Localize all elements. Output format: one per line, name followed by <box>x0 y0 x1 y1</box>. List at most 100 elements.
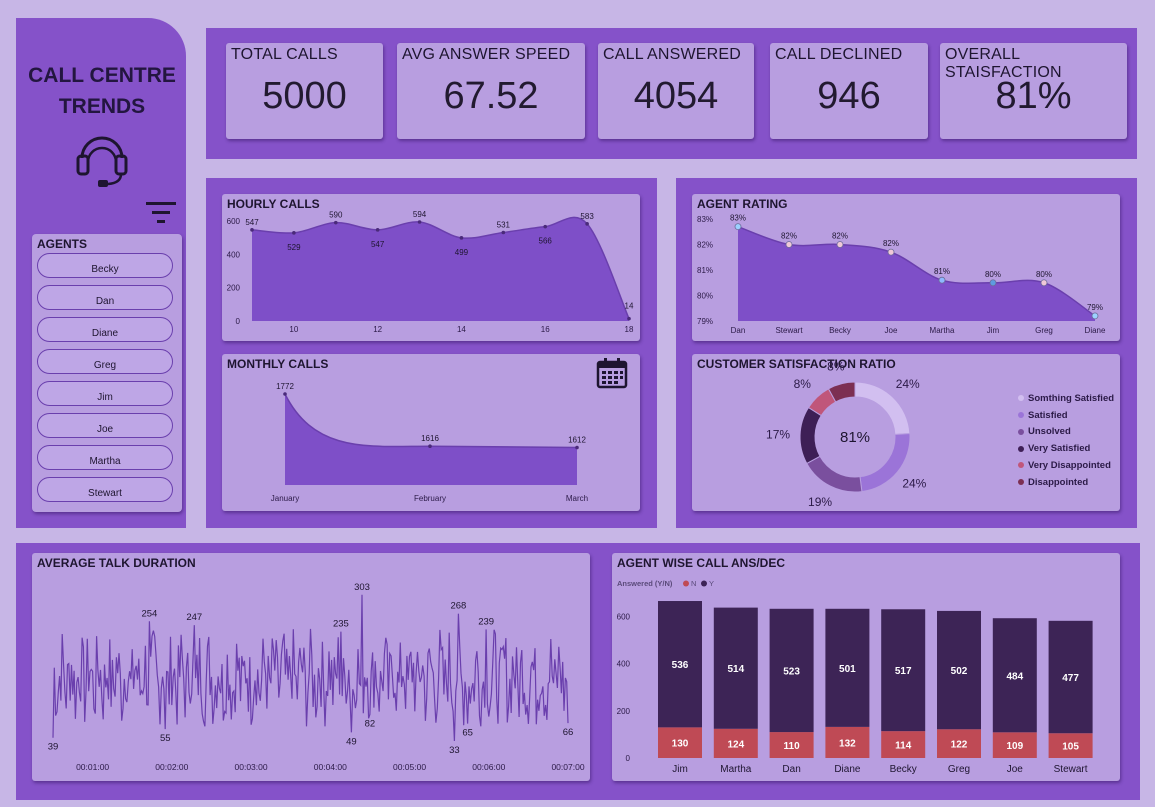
kpi-label: CALL ANSWERED <box>603 46 742 63</box>
legend-label: Satisfied <box>1028 409 1068 421</box>
x-tick-label: 14 <box>457 325 466 334</box>
legend-swatch <box>1018 428 1024 435</box>
agent-filter-button[interactable]: Diane <box>37 317 173 342</box>
bar-answered-label: 477 <box>1062 673 1079 684</box>
monthly-x-label: February <box>414 494 446 503</box>
kpi-label: AVG ANSWER SPEED <box>402 46 571 63</box>
agent-filter-button[interactable]: Dan <box>37 285 173 310</box>
hourly-data-label: 499 <box>455 248 469 257</box>
x-tick-label: 00:05:00 <box>393 762 426 772</box>
bar-answered-label: 517 <box>895 666 912 677</box>
hourly-calls-panel: HOURLY CALLS 0 200 400 600 10 12 14 16 18 547 529 5… <box>222 194 640 341</box>
kpi-value: 81% <box>995 75 1072 117</box>
rating-data-label: 83% <box>730 214 746 223</box>
y-tick-label: 81% <box>697 266 713 275</box>
rating-data-label: 82% <box>883 239 899 248</box>
agent-wise-chart: Answered (Y/N) N Y 0 200 400 600 130 536 Jim 124 51… <box>617 579 1093 775</box>
agent-filter-button[interactable]: Martha <box>37 445 173 470</box>
bar-category-label: Jim <box>672 764 688 775</box>
agent-filter-button[interactable]: Stewart <box>37 477 173 502</box>
agent-filter-button[interactable]: Greg <box>37 349 173 374</box>
bar-declined-label: 105 <box>1062 742 1079 753</box>
y-tick-label: 0 <box>236 317 241 326</box>
y-tick-label: 82% <box>697 241 713 250</box>
kpi-card: OVERALL STAISFACTION 81% <box>940 43 1127 139</box>
agent-filter-button[interactable]: Becky <box>37 253 173 278</box>
monthly-point <box>575 445 579 450</box>
monthly-data-label: 1612 <box>568 436 586 445</box>
agent-rating-panel: AGENT RATING 79% 80% 81% 82% 83% 83% Dan 82% Ste… <box>692 194 1120 341</box>
rating-x-label: Dan <box>731 326 746 335</box>
legend-label: Unsolved <box>1028 426 1071 438</box>
legend-swatch <box>683 580 689 587</box>
donut-slice-label: 8% <box>827 359 845 373</box>
bar-declined-label: 122 <box>951 740 968 751</box>
hourly-area <box>252 217 629 321</box>
bar-answered-label: 536 <box>672 660 689 671</box>
bar-category-label: Joe <box>1007 764 1024 775</box>
hourly-data-label: 583 <box>580 212 594 221</box>
talk-data-label: 254 <box>141 608 157 619</box>
agent-wise-panel: AGENT WISE CALL ANS/DEC Answered (Y/N) N Y… <box>612 553 1120 781</box>
y-tick-label: 83% <box>697 215 713 224</box>
hourly-data-label: 566 <box>539 237 553 246</box>
kpi-card: AVG ANSWER SPEED 67.52 <box>397 43 585 139</box>
donut-slice <box>799 406 822 465</box>
legend-label: Disappointed <box>1028 476 1089 488</box>
hourly-data-label: 529 <box>287 243 301 252</box>
hourly-point <box>333 220 338 225</box>
bar-declined-label: 109 <box>1006 741 1023 752</box>
hourly-data-label: 547 <box>371 240 385 249</box>
hourly-data-label: 531 <box>497 221 511 230</box>
legend-title: Answered (Y/N) <box>617 579 673 588</box>
bar-category-label: Diane <box>834 764 861 775</box>
rating-x-label: Martha <box>930 326 955 335</box>
x-tick-label: 00:03:00 <box>235 762 268 772</box>
bar-answered-label: 484 <box>1006 671 1023 682</box>
donut-slice-label: 24% <box>896 377 920 391</box>
kpi-card: CALL ANSWERED 4054 <box>598 43 754 139</box>
legend-swatch <box>1018 395 1024 402</box>
rating-x-label: Joe <box>885 326 898 335</box>
rating-data-label: 79% <box>1087 303 1103 312</box>
agent-filter-button[interactable]: Jim <box>37 381 173 406</box>
rating-x-label: Jim <box>987 326 1000 335</box>
rating-data-label: 81% <box>934 267 950 276</box>
bar-category-label: Martha <box>720 764 752 775</box>
x-tick-label: 10 <box>289 325 298 334</box>
legend-swatch <box>1018 412 1024 419</box>
y-tick-label: 0 <box>626 754 631 763</box>
filter-icon[interactable] <box>145 201 177 225</box>
talk-data-label: 39 <box>48 742 59 753</box>
monthly-data-label: 1772 <box>276 382 294 391</box>
hourly-point <box>375 228 380 232</box>
hourly-data-label: 547 <box>245 218 259 227</box>
hourly-point <box>501 230 506 235</box>
talk-data-label: 49 <box>346 736 357 747</box>
kpi-value: 67.52 <box>443 75 539 117</box>
rating-point <box>1040 279 1048 287</box>
legend-swatch <box>1018 478 1024 485</box>
legend-label: Very Satisfied <box>1028 443 1091 455</box>
donut-slice-label: 24% <box>902 477 926 491</box>
legend-label: Very Disappointed <box>1028 459 1111 471</box>
x-tick-label: 00:02:00 <box>155 762 188 772</box>
rating-point <box>1091 312 1099 320</box>
bar-category-label: Dan <box>782 764 800 775</box>
rating-x-label: Becky <box>829 326 851 335</box>
x-tick-label: 12 <box>373 325 382 334</box>
agent-filter-button[interactable]: Joe <box>37 413 173 438</box>
legend-label: Somthing Satisfied <box>1028 393 1115 404</box>
y-tick-label: 200 <box>227 284 241 293</box>
legend-swatch <box>1018 462 1024 469</box>
legend-item: Somthing Satisfied <box>1018 393 1114 404</box>
rating-x-label: Greg <box>1035 326 1053 335</box>
donut-slice-label: 17% <box>766 428 790 442</box>
hourly-point <box>585 222 589 226</box>
rating-point <box>785 241 793 248</box>
donut-slice-label: 8% <box>794 377 812 391</box>
legend-item: Disappointed <box>1018 477 1088 488</box>
rating-point <box>734 223 742 231</box>
talk-duration-chart: 39 254 55 247 235 49 303 82 33 268 65 239 66 00:01:00… <box>48 582 585 772</box>
y-tick-label: 80% <box>697 292 713 301</box>
